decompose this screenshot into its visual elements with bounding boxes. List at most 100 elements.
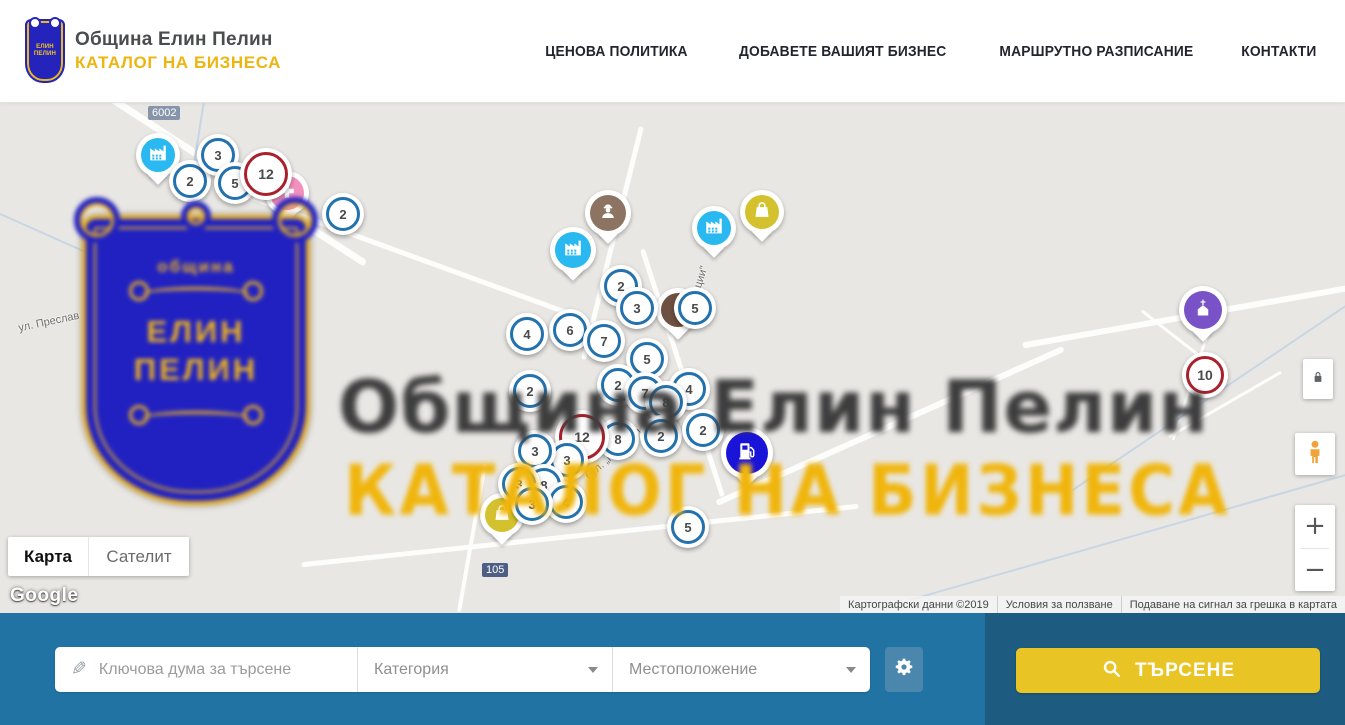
road-number-label: 105 [482, 563, 508, 577]
map-river [909, 467, 1345, 601]
nav-item-3[interactable]: КОНТАКТИ [1241, 43, 1316, 60]
cluster-count: 3 [528, 497, 535, 512]
map-category-pin-fuel[interactable] [721, 427, 773, 479]
site-logo[interactable]: ЕЛИН ПЕЛИН Община Елин Пелин КАТАЛОГ НА … [25, 19, 281, 83]
location-select-label: Местоположение [629, 661, 757, 679]
map-category-pin-factory[interactable] [692, 206, 736, 250]
municipality-emblem-icon: ЕЛИН ПЕЛИН [25, 19, 65, 83]
cluster-count: 10 [1197, 367, 1213, 383]
nav-item-2[interactable]: МАРШРУТНО РАЗПИСАНИЕ [1000, 43, 1194, 60]
cluster-count: 5 [684, 520, 691, 535]
cluster-count: 2 [699, 423, 706, 438]
watermark-emblem: община ЕЛИН ПЕЛИН [82, 215, 310, 505]
gear-icon [893, 656, 915, 683]
map-cluster-marker[interactable]: 5 [667, 506, 709, 548]
search-panel: ✎ Категория Местоположение ТЪРСЕНЕ [0, 613, 1345, 725]
cluster-count: 2 [339, 207, 346, 222]
map-type-control: Карта Сателит [8, 537, 189, 576]
map-type-satellite-button[interactable]: Сателит [88, 537, 189, 576]
cluster-count: 3 [563, 453, 570, 468]
map-attribution: Картографски данни ©2019Условия за ползв… [840, 596, 1345, 613]
church-icon [1192, 297, 1214, 324]
map-cluster-marker[interactable]: 3 [616, 287, 658, 329]
map-river [0, 208, 191, 299]
map-cluster-marker[interactable]: 3 [511, 483, 553, 525]
search-fields: ✎ Категория Местоположение [55, 647, 870, 692]
watermark-emblem-name: ПЕЛИН [134, 351, 258, 389]
map-cluster-marker[interactable]: 2 [509, 370, 551, 412]
nav-item-1[interactable]: ДОБАВЕТЕ ВАШИЯТ БИЗНЕС [739, 43, 946, 60]
map-cluster-marker[interactable]: 2 [640, 415, 682, 457]
map-cluster-marker[interactable]: 12 [240, 148, 292, 200]
street-name-label: ул. Преслав [17, 310, 80, 335]
map-cluster-marker[interactable]: 2 [322, 193, 364, 235]
map-category-pin-church[interactable] [1179, 286, 1227, 334]
watermark-title: Община Елин Пелин [338, 365, 1209, 449]
map-cluster-marker[interactable]: 4 [506, 313, 548, 355]
cluster-count: 8 [614, 432, 621, 447]
fullscreen-lock-button[interactable] [1303, 359, 1333, 399]
factory-icon [703, 215, 725, 242]
map-category-pin-worker[interactable] [585, 190, 631, 236]
cluster-count: 2 [657, 429, 664, 444]
category-select-label: Категория [374, 661, 449, 679]
cluster-count: 6 [566, 323, 573, 338]
zoom-out-button[interactable]: − [1295, 549, 1335, 592]
attribution-link[interactable]: Подаване на сигнал за грешка в картата [1122, 599, 1345, 611]
watermark-emblem-name: ЕЛИН [134, 313, 258, 351]
nav-item-0[interactable]: ЦЕНОВА ПОЛИТИКА [545, 43, 687, 60]
google-logo[interactable]: Google [10, 585, 78, 607]
street-name-label: ции" [692, 264, 710, 289]
cluster-count: 5 [643, 352, 650, 367]
map-canvas[interactable]: 6002105ул. Преславбул. „Новоселции" 2351… [0, 103, 1345, 613]
fuel-icon [735, 439, 759, 468]
category-select[interactable]: Категория [357, 647, 612, 692]
factory-icon [147, 142, 169, 169]
map-road [457, 464, 487, 612]
map-road [715, 346, 1065, 506]
map-cluster-marker[interactable]: 2 [682, 409, 724, 451]
cluster-count: 3 [214, 148, 221, 163]
pencil-icon: ✎ [71, 658, 87, 681]
cluster-count: 2 [614, 378, 621, 393]
zoom-control: + − [1295, 505, 1335, 591]
cluster-count: 8 [662, 395, 669, 410]
cluster-count: 4 [562, 495, 569, 510]
map-cluster-marker[interactable]: 5 [674, 287, 716, 329]
search-input[interactable] [99, 661, 345, 679]
map-category-pin-bag[interactable] [740, 190, 784, 234]
cluster-count: 4 [685, 382, 692, 397]
factory-icon [562, 237, 584, 264]
street-view-pegman-button[interactable] [1295, 433, 1335, 475]
bag-icon [751, 199, 773, 226]
emblem-text: ЕЛИН [36, 44, 54, 51]
search-button-label: ТЪРСЕНЕ [1135, 660, 1235, 682]
map-type-map-button[interactable]: Карта [8, 537, 88, 576]
main-nav: ЦЕНОВА ПОЛИТИКА ДОБАВЕТЕ ВАШИЯТ БИЗНЕС МАР… [539, 43, 1320, 60]
cluster-count: 3 [633, 301, 640, 316]
site-header: ЕЛИН ПЕЛИН Община Елин Пелин КАТАЛОГ НА … [0, 0, 1345, 103]
road-number-label: 6002 [148, 106, 180, 120]
cluster-count: 12 [258, 166, 274, 182]
advanced-settings-button[interactable] [885, 647, 923, 692]
cluster-count: 3 [531, 444, 538, 459]
lock-icon [1309, 368, 1327, 391]
map-cluster-marker[interactable]: 7 [583, 320, 625, 362]
map-category-pin-factory[interactable] [550, 227, 596, 273]
emblem-text: ПЕЛИН [34, 51, 56, 58]
location-select[interactable]: Местоположение [612, 647, 870, 692]
chevron-down-icon [588, 667, 598, 673]
map-cluster-marker[interactable]: 10 [1182, 352, 1228, 398]
pegman-icon [1301, 438, 1329, 471]
cluster-count: 5 [231, 176, 238, 191]
search-button[interactable]: ТЪРСЕНЕ [1016, 648, 1320, 693]
site-subtitle: КАТАЛОГ НА БИЗНЕСА [75, 53, 281, 73]
zoom-in-button[interactable]: + [1295, 505, 1335, 548]
cluster-count: 2 [186, 174, 193, 189]
site-title: Община Елин Пелин [75, 29, 281, 51]
cluster-count: 2 [526, 384, 533, 399]
worker-icon [597, 200, 619, 227]
attribution-link[interactable]: Условия за ползване [998, 599, 1121, 611]
cluster-count: 5 [691, 301, 698, 316]
emblem-ornament [141, 287, 251, 303]
